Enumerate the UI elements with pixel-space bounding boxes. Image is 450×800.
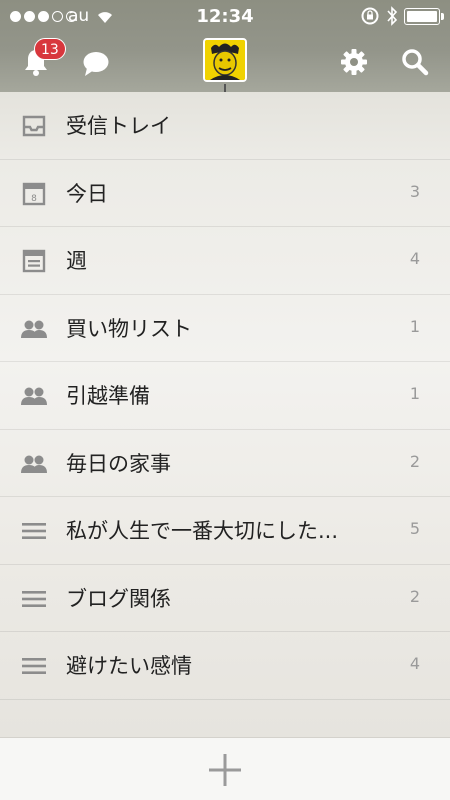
list-item-label: 私が人生で一番大切にした... [66,519,339,543]
list-item-label: ブログ関係 [66,586,171,611]
list-item-chores[interactable]: 毎日の家事 2 [0,430,450,497]
calendar-today-icon: 8 [22,182,46,205]
list-item-moving[interactable]: 引越準備 1 [0,362,450,430]
list-item-count: 4 [409,654,420,673]
battery-icon [404,8,444,25]
bottom-bar [0,737,450,800]
svg-text:8: 8 [31,194,37,204]
top-bar: au 12:34 13 [0,0,450,92]
list-item-count: 4 [409,249,420,268]
rotation-lock-icon [361,7,379,25]
list-item-today[interactable]: 8 今日 3 [0,160,450,227]
list-item-count: 2 [409,586,420,606]
list-item-label: 週 [66,249,87,273]
avatar-indicator [224,84,226,92]
list-item-label: 今日 [66,181,108,206]
list-lines-icon [22,590,46,607]
list-item-count: 2 [409,451,420,471]
settings-button[interactable] [332,40,376,84]
shared-people-icon [21,455,47,473]
list-item-label: 引越準備 [66,384,150,408]
list-item-label: 避けたい感情 [66,654,192,678]
list-item-inbox[interactable]: 受信トレイ [0,92,450,160]
plus-icon [209,754,241,786]
list-item-count: 5 [409,519,420,538]
list-item-count: 1 [409,384,420,403]
list-item-life[interactable]: 私が人生で一番大切にした... 5 [0,497,450,565]
list-item-count: 1 [409,316,420,336]
header: 13 [0,34,450,92]
inbox-icon [22,115,46,137]
avatar[interactable] [203,38,247,82]
list-lines-icon [22,523,46,539]
add-list-button[interactable] [203,750,247,790]
list-item-blog[interactable]: ブログ関係 2 [0,565,450,632]
status-time: 12:34 [196,6,254,27]
avatar-face-icon [205,40,245,80]
list-item-emotions[interactable]: 避けたい感情 4 [0,632,450,700]
status-bar: au 12:34 [0,0,450,34]
comments-button[interactable] [74,42,118,86]
list-item-count: 3 [409,181,420,201]
search-button[interactable] [393,40,437,84]
chat-bubble-icon [83,52,109,76]
calendar-week-icon [22,249,46,273]
notification-badge: 13 [34,38,66,60]
list-item-week[interactable]: 週 4 [0,227,450,295]
list-item-label: 買い物リスト [66,316,192,341]
list-item-label: 毎日の家事 [66,451,171,476]
shared-people-icon [21,387,47,405]
bluetooth-icon [387,6,398,26]
list-item-label: 受信トレイ [66,114,171,138]
gear-icon [341,49,367,75]
shared-people-icon [21,320,47,338]
list-item-shopping[interactable]: 買い物リスト 1 [0,295,450,362]
search-icon [402,49,429,76]
list-menu: 受信トレイ 8 今日 3 週 4 買い物リスト 1 引越準備 1 毎日の家事 2… [0,92,450,700]
list-lines-icon [22,658,46,674]
